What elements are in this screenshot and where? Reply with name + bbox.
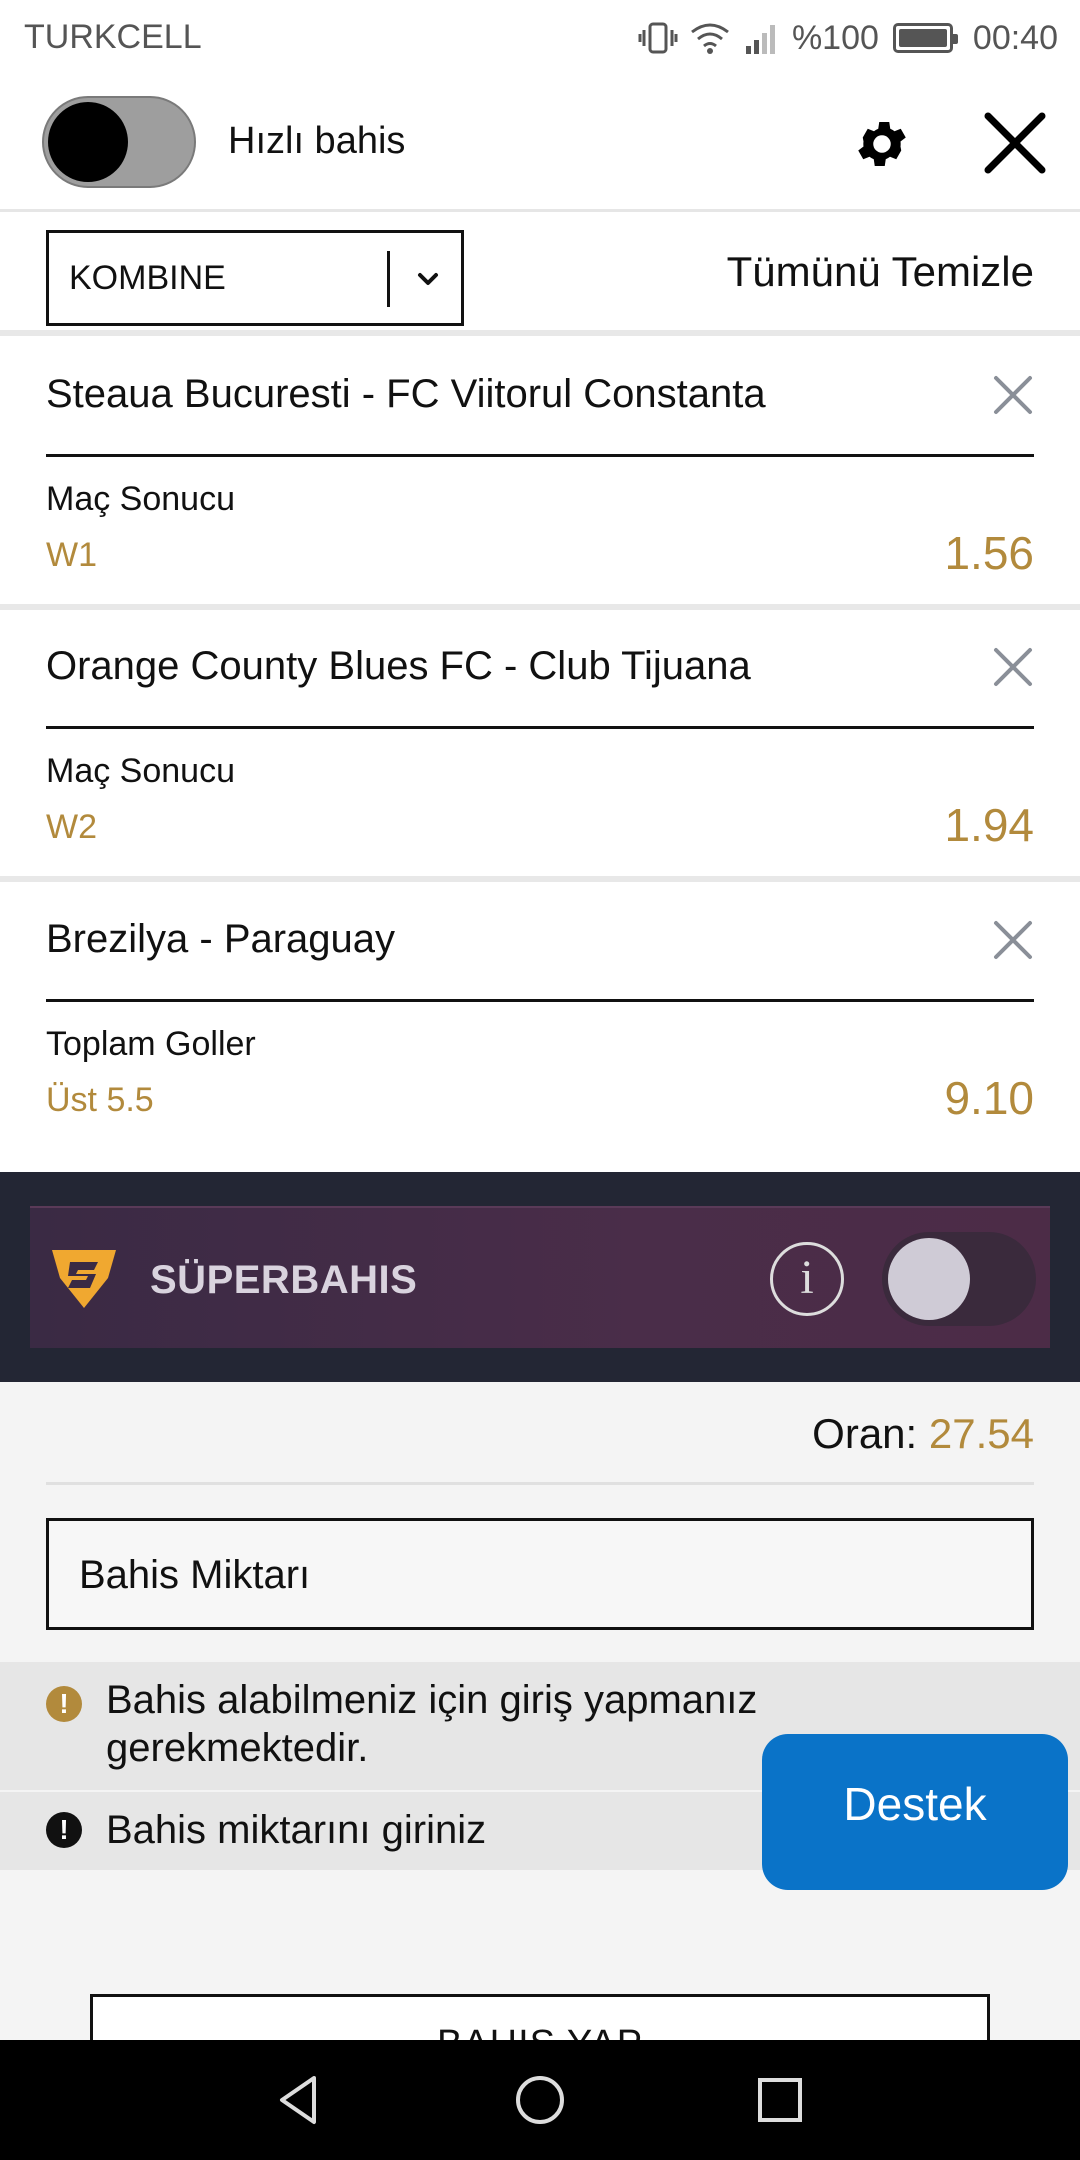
support-button[interactable]: Destek bbox=[762, 1734, 1068, 1890]
signal-icon bbox=[745, 25, 775, 54]
remove-bet-icon[interactable] bbox=[992, 919, 1034, 961]
bet-type-row: KOMBINE Tümünü Temizle bbox=[0, 212, 1080, 336]
remove-bet-icon[interactable] bbox=[992, 646, 1034, 688]
back-icon[interactable] bbox=[270, 2070, 330, 2130]
quick-bet-toggle[interactable] bbox=[42, 96, 196, 188]
superbahis-logo-icon bbox=[52, 1250, 116, 1308]
warning-icon: ! bbox=[46, 1686, 82, 1722]
recent-apps-icon[interactable] bbox=[750, 2070, 810, 2130]
status-bar: TURKCELL %100 00:40 bbox=[0, 0, 1080, 76]
bet-odds: 1.94 bbox=[944, 799, 1034, 851]
divider bbox=[46, 1482, 1034, 1485]
system-nav-bar bbox=[0, 2040, 1080, 2160]
toggle-knob bbox=[48, 102, 128, 182]
warning-icon: ! bbox=[46, 1812, 82, 1848]
superbahis-section: SÜPERBAHIS i bbox=[0, 1172, 1080, 1382]
bet-market: Toplam Goller bbox=[46, 1025, 256, 1063]
divider bbox=[46, 454, 1034, 457]
remove-bet-icon[interactable] bbox=[992, 374, 1034, 416]
bet-item: Orange County Blues FC - Club Tijuana Ma… bbox=[0, 614, 1080, 882]
bet-type-value: KOMBINE bbox=[69, 259, 226, 297]
select-divider bbox=[387, 251, 390, 307]
chevron-down-icon bbox=[418, 273, 438, 285]
stake-input[interactable]: Bahis Miktarı bbox=[46, 1518, 1034, 1630]
carrier-name: TURKCELL bbox=[24, 18, 202, 56]
total-odds-value: 27.54 bbox=[928, 1410, 1034, 1457]
close-icon[interactable] bbox=[980, 108, 1050, 178]
bet-item: Brezilya - Paraguay Toplam Goller Üst 5.… bbox=[0, 887, 1080, 1172]
bet-market: Maç Sonucu bbox=[46, 752, 235, 790]
vibrate-icon bbox=[638, 22, 678, 54]
bet-selection: W1 bbox=[46, 536, 97, 574]
wifi-icon bbox=[691, 23, 729, 54]
bet-summary: Oran: 27.54 Bahis Miktarı ! Bahis alabil… bbox=[0, 1382, 1080, 2094]
status-icons: %100 00:40 bbox=[638, 14, 1058, 62]
bet-item: Steaua Bucuresti - FC Viitorul Constanta… bbox=[0, 342, 1080, 610]
superbahis-bar: SÜPERBAHIS i bbox=[30, 1206, 1050, 1348]
bet-market: Maç Sonucu bbox=[46, 480, 235, 518]
info-icon[interactable]: i bbox=[770, 1242, 844, 1316]
bet-match: Orange County Blues FC - Club Tijuana bbox=[46, 644, 751, 688]
betslip-header: Hızlı bahis bbox=[0, 76, 1080, 212]
bet-odds: 9.10 bbox=[944, 1072, 1034, 1124]
quick-bet-label: Hızlı bahis bbox=[228, 120, 406, 162]
bet-match: Brezilya - Paraguay bbox=[46, 917, 396, 961]
bet-selection: Üst 5.5 bbox=[46, 1081, 154, 1119]
clock: 00:40 bbox=[972, 18, 1058, 57]
bet-odds: 1.56 bbox=[944, 527, 1034, 579]
bet-selection: W2 bbox=[46, 808, 97, 846]
divider bbox=[46, 726, 1034, 729]
battery-percentage: %100 bbox=[791, 18, 879, 57]
bet-type-select[interactable]: KOMBINE bbox=[46, 230, 464, 326]
battery-icon bbox=[892, 23, 958, 53]
stake-placeholder: Bahis Miktarı bbox=[79, 1553, 311, 1597]
clear-all-button[interactable]: Tümünü Temizle bbox=[727, 248, 1034, 296]
divider bbox=[46, 999, 1034, 1002]
home-icon[interactable] bbox=[510, 2070, 570, 2130]
total-odds: Oran: 27.54 bbox=[812, 1410, 1034, 1458]
superbahis-label: SÜPERBAHIS bbox=[150, 1258, 418, 1302]
superbahis-toggle[interactable] bbox=[882, 1232, 1036, 1326]
gear-icon[interactable] bbox=[852, 114, 912, 174]
toggle-knob bbox=[888, 1238, 970, 1320]
total-odds-label: Oran: bbox=[812, 1410, 918, 1457]
warning-text: Bahis miktarını giriniz bbox=[106, 1808, 487, 1852]
bet-match: Steaua Bucuresti - FC Viitorul Constanta bbox=[46, 372, 766, 416]
